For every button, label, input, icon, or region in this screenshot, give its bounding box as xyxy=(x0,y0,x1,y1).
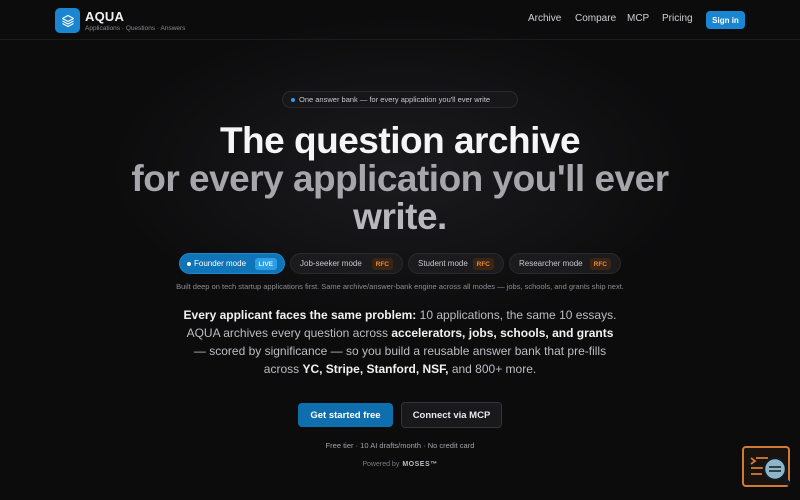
active-dot-icon xyxy=(187,262,191,266)
mode-label: Founder mode xyxy=(194,259,247,268)
powered-by: Powered by MOSES™ xyxy=(0,461,800,468)
announcement-text: One answer bank — for every application … xyxy=(299,95,491,104)
powered-by-label: Powered by xyxy=(362,461,400,468)
para-emphasis: accelerators, jobs, schools, and grants xyxy=(391,326,614,340)
nav-mcp[interactable]: MCP xyxy=(627,13,649,24)
powered-by-brand[interactable]: MOSES™ xyxy=(402,461,437,468)
rfc-badge: RFC xyxy=(472,258,494,270)
mode-label: Job-seeker mode xyxy=(300,259,362,268)
mode-label: Researcher mode xyxy=(519,259,583,268)
layers-icon xyxy=(61,14,74,27)
announcement-pill: One answer bank — for every application … xyxy=(282,91,518,108)
brand-tagline: Applications · Questions · Answers xyxy=(85,25,186,32)
rfc-badge: RFC xyxy=(371,258,393,270)
hero-description: Every applicant faces the same problem: … xyxy=(180,306,620,378)
status-dot-icon xyxy=(291,98,295,102)
get-started-button[interactable]: Get started free xyxy=(298,403,393,427)
fine-print: Free tier · 10 AI drafts/month · No cred… xyxy=(325,441,475,450)
nav-compare[interactable]: Compare xyxy=(575,13,616,24)
background-glow xyxy=(0,0,800,500)
mode-tab-job-seeker[interactable]: Job-seeker mode RFC xyxy=(290,253,403,274)
headline-line-2: for every application you'll ever xyxy=(131,158,669,199)
live-badge: LIVE xyxy=(254,258,277,270)
para-emphasis: YC, Stripe, Stanford, NSF, xyxy=(302,362,449,376)
para-emphasis: Every applicant faces the same problem: xyxy=(183,308,417,322)
nav-pricing[interactable]: Pricing xyxy=(662,13,693,24)
headline-line-1: The question archive xyxy=(219,120,581,161)
rfc-badge: RFC xyxy=(589,258,611,270)
mode-tab-founder[interactable]: Founder mode LIVE xyxy=(179,253,285,274)
mode-tab-student[interactable]: Student mode RFC xyxy=(408,253,504,274)
mode-label: Student mode xyxy=(418,259,468,268)
mode-tab-researcher[interactable]: Researcher mode RFC xyxy=(509,253,621,274)
nav-archive[interactable]: Archive xyxy=(528,13,561,24)
para-text: and 800+ more. xyxy=(448,362,537,376)
headline-line-3: write. xyxy=(353,196,447,237)
connect-mcp-button[interactable]: Connect via MCP xyxy=(401,402,502,428)
magnifier-icon[interactable] xyxy=(762,456,792,488)
sign-in-button[interactable]: Sign in xyxy=(706,11,745,29)
brand-name[interactable]: AQUA xyxy=(85,9,124,24)
logo[interactable] xyxy=(55,8,80,33)
site-header: AQUA Applications · Questions · Answers … xyxy=(0,0,800,40)
mode-subnote: Built deep on tech startup applications … xyxy=(176,282,624,291)
